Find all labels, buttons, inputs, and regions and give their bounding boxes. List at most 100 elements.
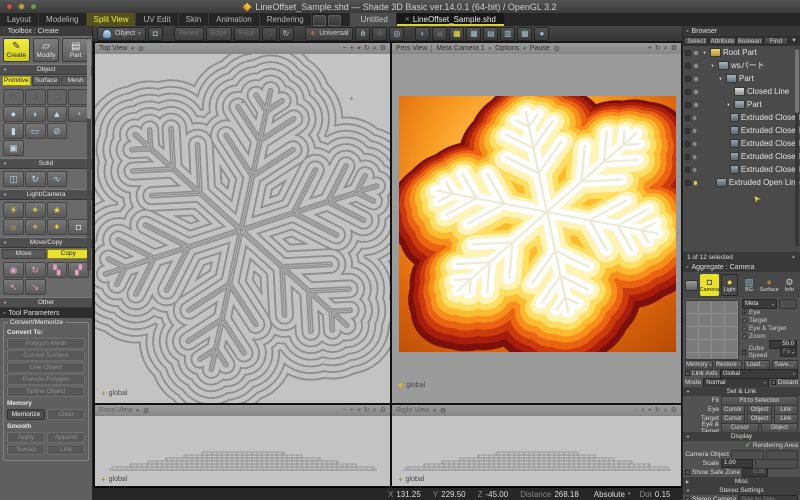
view-title[interactable]: Pers View	[396, 45, 427, 52]
selection-box-icon[interactable]: □	[262, 27, 277, 41]
light-camera-tool-icon[interactable]: ☀	[3, 202, 24, 218]
pair-icon[interactable]: ▣	[432, 27, 447, 41]
view-layout-four-icon[interactable]: ▦	[517, 27, 532, 41]
globe-icon[interactable]: ◐	[415, 27, 430, 41]
object-name[interactable]: Root Part	[723, 48, 757, 57]
safe-zone-checkbox[interactable]	[685, 470, 690, 475]
camera-selector[interactable]: Meta Camera 1	[436, 45, 484, 52]
move-copy-tab[interactable]: Move	[2, 249, 46, 259]
object-mode-dropdown[interactable]: Object ▾	[97, 27, 146, 41]
object-name[interactable]: Closed Line	[747, 87, 789, 96]
preview-sphere-icon[interactable]: ●	[534, 27, 549, 41]
primitive-tool-icon[interactable]: ▣	[3, 140, 24, 156]
move-copy-tool-icon[interactable]: ◉	[3, 262, 24, 278]
visibility-toggle[interactable]	[693, 50, 699, 56]
render-toggle[interactable]	[685, 102, 691, 108]
section-header-object[interactable]: ▼ Object	[0, 64, 92, 75]
skeleton-icon[interactable]: ⋔	[355, 27, 370, 41]
tree-row[interactable]: Extruded Closed	[683, 111, 800, 124]
zoom-in-icon[interactable]: +	[648, 43, 652, 54]
render-toggle[interactable]	[685, 115, 690, 121]
light-camera-tool-icon[interactable]: ✶	[25, 202, 46, 218]
scroll-up-icon[interactable]: ▲	[791, 254, 796, 260]
magnify-icon[interactable]: ⌕	[373, 405, 377, 416]
render-toggle[interactable]	[685, 128, 690, 134]
pause-button[interactable]: Pause	[530, 45, 550, 52]
object-name[interactable]: Extruded Closed	[741, 139, 800, 148]
tree-row[interactable]: ▼ Part	[683, 98, 800, 111]
visibility-toggle[interactable]	[692, 154, 697, 160]
object-name[interactable]: wsパート	[731, 60, 765, 71]
view-gear-icon[interactable]: ⚙	[554, 45, 560, 53]
distant-checkbox[interactable]	[771, 380, 776, 385]
orbit-icon[interactable]: ↻	[655, 43, 661, 54]
scale-field[interactable]: 1.00	[721, 459, 753, 468]
display-section-header[interactable]: ▼ Display	[683, 432, 800, 441]
filter-icon[interactable]: ▼	[789, 37, 799, 45]
view-settings-icon[interactable]: ⚙	[380, 405, 386, 416]
rotate-tool-icon[interactable]: ↻	[279, 27, 294, 41]
move-copy-tool-icon[interactable]: ↻	[25, 262, 46, 278]
disclosure-icon[interactable]: ▼	[725, 102, 732, 107]
aggregate-tab[interactable]: ● Light	[721, 274, 738, 296]
workspace-add-button[interactable]	[313, 15, 326, 26]
view-layout-pers-icon[interactable]: ▥	[500, 27, 515, 41]
workspace-tab[interactable]: Split View	[87, 13, 137, 26]
pan-icon[interactable]: ⌖	[357, 43, 361, 54]
memorize-button[interactable]: Memorize	[7, 409, 45, 420]
browser-tab[interactable]: Attribute	[709, 37, 735, 45]
move-copy-tab[interactable]: Copy	[47, 249, 91, 259]
tree-row[interactable]: ▼ Part	[683, 72, 800, 85]
right-viewport[interactable]: Right View ▾ ⚙ −+⌖↻⌕⚙ +	[392, 405, 681, 486]
object-name[interactable]: Extruded Closed	[741, 126, 800, 135]
joint-icon[interactable]: ✥	[372, 27, 387, 41]
view-title[interactable]: Front View	[99, 407, 132, 414]
aggregate-header[interactable]: ◦ Aggregate : Camera	[683, 262, 800, 272]
zoom-in-icon[interactable]: +	[350, 43, 354, 54]
view-gear-icon[interactable]: ⚙	[440, 407, 446, 415]
visibility-toggle[interactable]	[692, 128, 697, 134]
chevron-down-icon[interactable]: ▾	[628, 491, 631, 497]
render-toggle[interactable]	[685, 180, 691, 186]
object-name[interactable]: Extruded Open Line	[729, 178, 800, 187]
solid-tool-icon[interactable]: ∿	[47, 171, 68, 187]
object-name[interactable]: Extruded Closed	[741, 165, 800, 174]
primitive-tool-icon[interactable]: ⊘	[47, 123, 68, 139]
move-copy-tool-icon[interactable]: ↘	[25, 279, 46, 295]
workspace-tab[interactable]: Skin	[179, 13, 210, 26]
zoom-out-icon[interactable]: −	[343, 43, 347, 54]
magnify-icon[interactable]: ⌕	[373, 43, 377, 54]
top-viewport[interactable]: Top View ▾ ⚙ −+⌖↻⌕⚙	[95, 43, 390, 403]
set-link-section-header[interactable]: ▼ Set & Link	[683, 387, 800, 396]
tree-row[interactable]: Extruded Open Line	[683, 176, 800, 189]
browser-tab[interactable]: Select	[684, 37, 708, 45]
tool-parameters-header[interactable]: ◦ Tool Parameters	[0, 308, 92, 318]
document-tab[interactable]: Untitled	[350, 13, 397, 26]
workspace-tab[interactable]: Modeling	[39, 13, 86, 26]
eye-target-cursor-button[interactable]: Cursor	[721, 423, 759, 433]
check-icon[interactable]: ✓	[745, 443, 751, 449]
object-name[interactable]: Part	[739, 74, 754, 83]
panel-collapse-icon[interactable]: ◦	[3, 310, 5, 317]
workspace-tab[interactable]: Animation	[209, 13, 260, 26]
tree-row[interactable]: Extruded Closed	[683, 124, 800, 137]
stereo-section-header[interactable]: ▼ Stereo Settings	[683, 486, 800, 495]
light-camera-tool-icon[interactable]: ★	[47, 202, 68, 218]
render-toggle[interactable]	[685, 63, 691, 69]
pan-icon[interactable]: ⌖	[648, 405, 652, 416]
primitive-tool-icon[interactable]: ◔	[68, 106, 89, 122]
visibility-toggle[interactable]	[692, 115, 697, 121]
render-toggle[interactable]	[685, 154, 690, 160]
panel-collapse-icon[interactable]: ◦	[686, 264, 688, 271]
camera-mode-radio[interactable]	[742, 334, 747, 339]
magnify-icon[interactable]: ⌕	[664, 43, 668, 54]
light-camera-tool-icon[interactable]: ☼	[3, 219, 24, 235]
visibility-toggle[interactable]	[693, 89, 699, 95]
render-toggle[interactable]	[685, 167, 690, 173]
document-tab[interactable]: ✕ LineOffset_Sample.shd	[397, 13, 505, 26]
top-view-canvas[interactable]: + + + global	[95, 54, 390, 403]
toolbox-header[interactable]: ◦ Toolbox : Create	[0, 26, 92, 36]
object-name[interactable]: Extruded Closed	[741, 152, 800, 161]
options-menu[interactable]: Options	[495, 45, 519, 52]
section-header-light-camera[interactable]: ▼ Light/Camera	[0, 189, 92, 200]
